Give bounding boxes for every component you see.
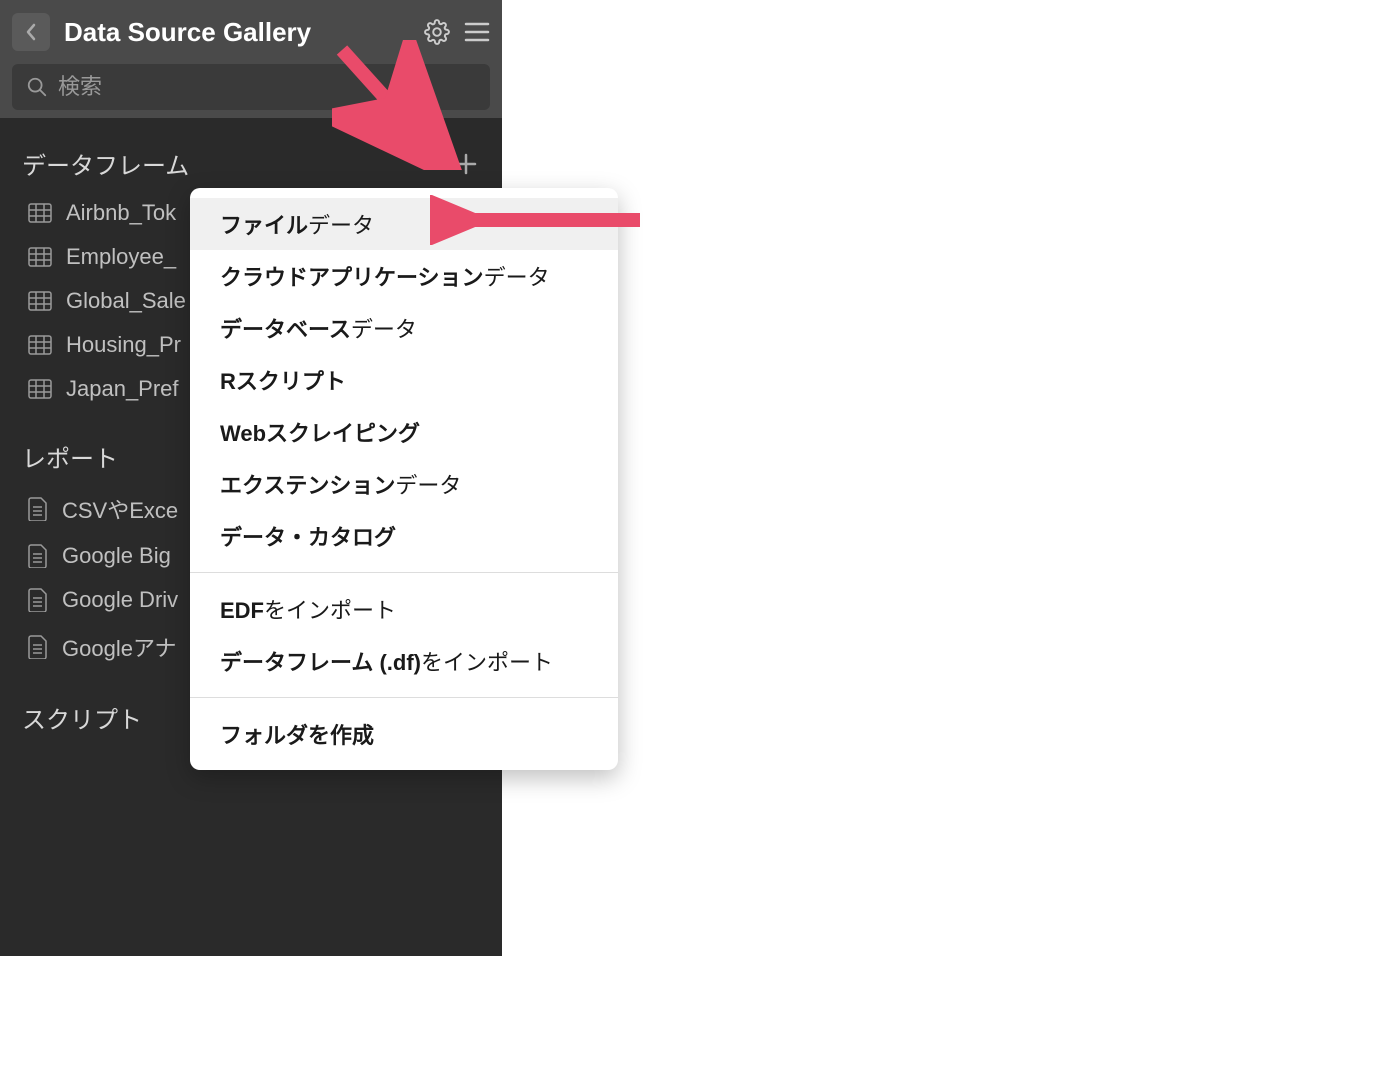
document-icon: [28, 635, 48, 659]
hamburger-icon: [464, 21, 490, 43]
menu-item-bold: データ・カタログ: [220, 525, 396, 550]
menu-button[interactable]: [464, 21, 490, 43]
menu-item-bold: エクステンション: [220, 473, 395, 498]
menu-item-bold: フォルダを作成: [220, 723, 374, 748]
menu-item-bold: Webスクレイピング: [220, 421, 420, 446]
list-item-label: Global_Sale: [66, 288, 186, 314]
menu-item-normal: をインポート: [264, 598, 396, 623]
menu-item-r-script[interactable]: Rスクリプト: [190, 354, 618, 406]
table-icon: [28, 335, 52, 355]
menu-item-cloud-app-data[interactable]: クラウドアプリケーションデータ: [190, 250, 618, 302]
menu-divider: [190, 572, 618, 573]
menu-item-bold: データフレーム (.df): [220, 650, 421, 675]
menu-item-database-data[interactable]: データベースデータ: [190, 302, 618, 354]
context-menu: ファイルデータ クラウドアプリケーションデータ データベースデータ Rスクリプト…: [190, 188, 618, 770]
document-icon: [28, 497, 48, 521]
menu-item-extension-data[interactable]: エクステンションデータ: [190, 458, 618, 510]
menu-item-web-scraping[interactable]: Webスクレイピング: [190, 406, 618, 458]
menu-item-bold: EDF: [220, 598, 264, 623]
menu-item-data-catalog[interactable]: データ・カタログ: [190, 510, 618, 562]
menu-item-file-data[interactable]: ファイルデータ: [190, 198, 618, 250]
menu-item-bold: データベース: [220, 317, 351, 342]
menu-item-normal: データ: [351, 317, 417, 342]
add-dataframe-button[interactable]: [452, 150, 480, 178]
document-icon: [28, 588, 48, 612]
menu-item-bold: ファイル: [220, 213, 308, 238]
page-title: Data Source Gallery: [64, 17, 410, 48]
search-bar[interactable]: [12, 64, 490, 110]
menu-item-normal: データ: [484, 265, 550, 290]
header-icons: [424, 19, 490, 45]
list-item-label: CSVやExce: [62, 493, 178, 525]
gear-icon: [424, 19, 450, 45]
table-icon: [28, 379, 52, 399]
table-icon: [28, 203, 52, 223]
section-header: データフレーム: [22, 146, 480, 181]
section-title-reports: レポート: [22, 439, 118, 474]
list-item-label: Japan_Pref: [66, 376, 179, 402]
section-title-scripts: スクリプト: [22, 700, 142, 735]
back-button[interactable]: [12, 13, 50, 51]
menu-item-import-df[interactable]: データフレーム (.df)をインポート: [190, 635, 618, 687]
header: Data Source Gallery: [0, 0, 502, 118]
list-item-label: Google Driv: [62, 587, 178, 613]
settings-button[interactable]: [424, 19, 450, 45]
menu-item-normal: をインポート: [421, 650, 553, 675]
menu-item-normal: データ: [308, 213, 374, 238]
plus-icon: [455, 153, 477, 175]
table-icon: [28, 291, 52, 311]
list-item-label: Googleアナ: [62, 631, 177, 663]
chevron-left-icon: [25, 23, 37, 41]
menu-divider: [190, 697, 618, 698]
table-icon: [28, 247, 52, 267]
menu-item-bold: クラウドアプリケーション: [220, 265, 484, 290]
search-input[interactable]: [58, 74, 476, 100]
header-top: Data Source Gallery: [12, 8, 490, 56]
list-item-label: Google Big: [62, 543, 171, 569]
menu-item-bold: Rスクリプト: [220, 369, 346, 394]
menu-item-create-folder[interactable]: フォルダを作成: [190, 708, 618, 760]
section-title-dataframes: データフレーム: [22, 146, 189, 181]
menu-item-import-edf[interactable]: EDFをインポート: [190, 583, 618, 635]
document-icon: [28, 544, 48, 568]
list-item-label: Housing_Pr: [66, 332, 181, 358]
search-icon: [26, 76, 48, 98]
list-item-label: Airbnb_Tok: [66, 200, 176, 226]
menu-item-normal: データ: [395, 473, 461, 498]
list-item-label: Employee_: [66, 244, 176, 270]
